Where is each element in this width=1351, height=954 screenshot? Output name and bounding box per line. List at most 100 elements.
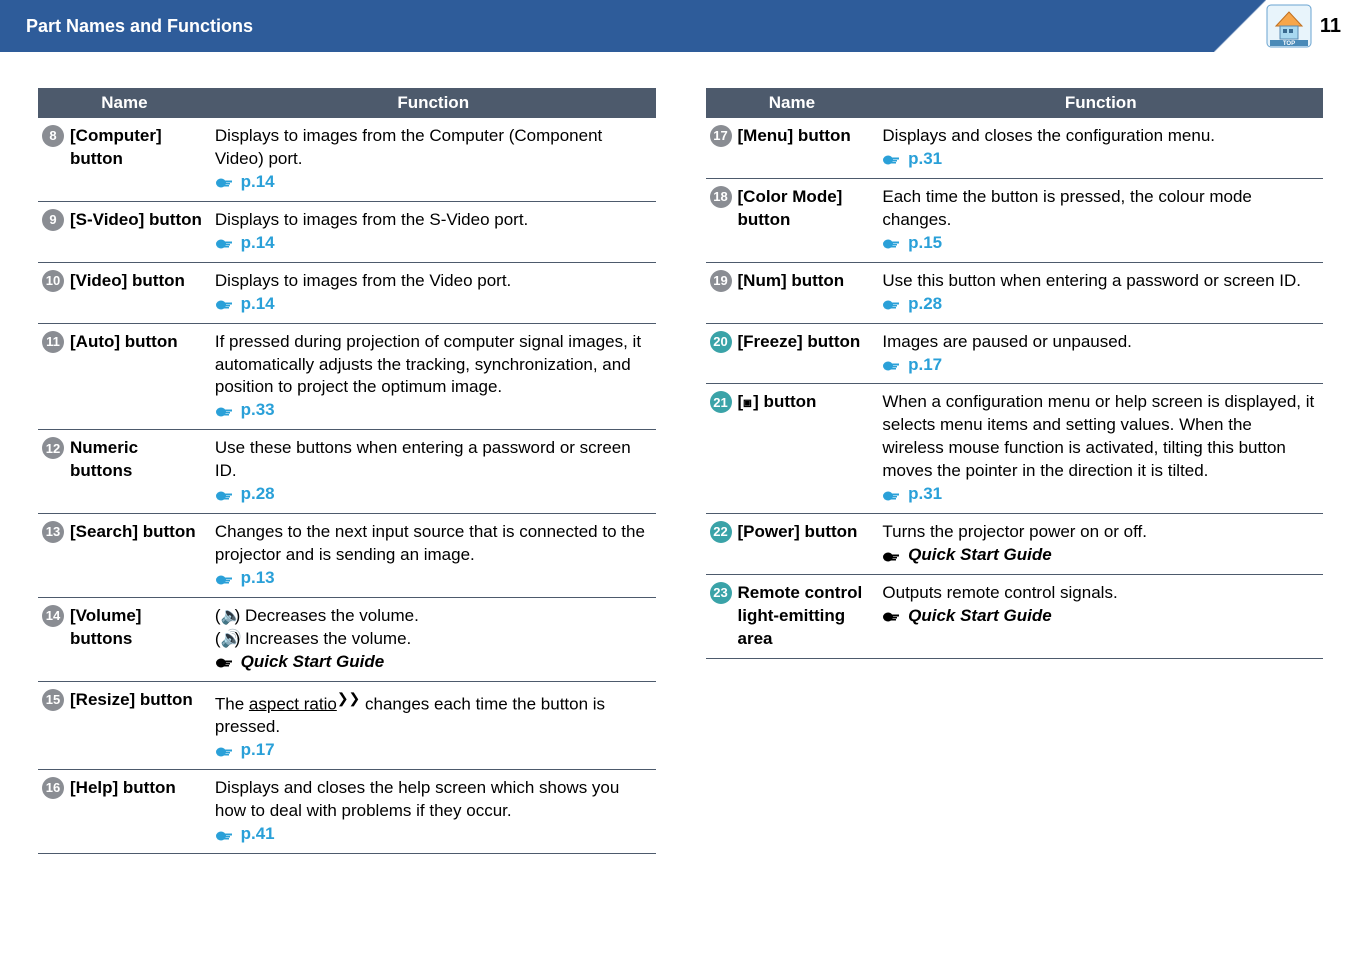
page-link[interactable]: p.41 <box>215 824 275 843</box>
page-link[interactable]: p.13 <box>215 568 275 587</box>
name-cell: 15[Resize] button <box>38 682 211 719</box>
name-cell: 9 [S-Video] button <box>38 202 211 239</box>
name-cell: 14[Volume] buttons <box>38 598 211 658</box>
guide-link[interactable]: Quick Start Guide <box>882 606 1051 625</box>
content-area: Name Function 8[Computer] buttonDisplays… <box>0 52 1351 854</box>
function-cell: Turns the projector power on or off. Qui… <box>878 514 1323 575</box>
right-column: Name Function 17[Menu] buttonDisplays an… <box>706 88 1324 854</box>
page-link[interactable]: p.15 <box>882 233 942 252</box>
page-link[interactable]: p.31 <box>882 149 942 168</box>
left-table: Name Function 8[Computer] buttonDisplays… <box>38 88 656 854</box>
name-cell: 11 [Auto] button <box>38 324 211 361</box>
svg-text:TOP: TOP <box>1283 41 1295 47</box>
header-right: TOP 11 <box>1266 0 1351 52</box>
table-row: 17[Menu] buttonDisplays and closes the c… <box>706 118 1324 178</box>
page-link[interactable]: p.28 <box>882 294 942 313</box>
item-name: [Num] button <box>738 270 845 293</box>
table-row: 10 [Video] button Displays to images from … <box>38 262 656 323</box>
item-number-badge: 9 <box>42 209 64 231</box>
table-row: 12Numeric buttonsUse these buttons when … <box>38 430 656 514</box>
page-link[interactable]: p.33 <box>215 400 275 419</box>
table-row: 20[Freeze] buttonImages are paused or un… <box>706 323 1324 384</box>
item-name: [Help] button <box>70 777 176 800</box>
right-table: Name Function 17[Menu] buttonDisplays an… <box>706 88 1324 659</box>
function-cell: Each time the button is pressed, the col… <box>878 178 1323 262</box>
item-number-badge: 23 <box>710 582 732 604</box>
item-name: [Color Mode] button <box>738 186 871 232</box>
volume-down-icon: 🔈 <box>221 605 235 628</box>
name-cell: 8 [Computer] button <box>38 118 211 178</box>
item-name: [Auto] button <box>70 331 178 354</box>
item-name: Remote control light-emitting area <box>738 582 871 651</box>
name-cell: 21 [◈] button <box>706 384 879 421</box>
item-name: [◈] button <box>738 391 817 414</box>
item-name: [Volume] buttons <box>70 605 203 651</box>
function-cell: Changes to the next input source that is… <box>211 514 656 598</box>
page-link[interactable]: p.17 <box>215 740 275 759</box>
table-row: 9 [S-Video] button Displays to images from… <box>38 201 656 262</box>
name-cell: 17[Menu] button <box>706 118 879 155</box>
item-name: [Freeze] button <box>738 331 861 354</box>
function-cell: If pressed during projection of computer… <box>211 323 656 430</box>
table-row: 16[Help] buttonDisplays and closes the h… <box>38 770 656 854</box>
name-cell: 20[Freeze] button <box>706 324 879 361</box>
item-number-badge: 19 <box>710 270 732 292</box>
page-link[interactable]: p.14 <box>215 233 275 252</box>
table-row: 14[Volume] buttons(🔈) Decreases the volu… <box>38 597 656 681</box>
volume-up-icon: 🔊 <box>221 628 235 651</box>
item-name: [Power] button <box>738 521 858 544</box>
function-cell: Outputs remote control signals. Quick St… <box>878 575 1323 659</box>
table-row: 8[Computer] buttonDisplays to images fro… <box>38 118 656 201</box>
item-number-badge: 21 <box>710 391 732 413</box>
function-cell: Displays to images from the Video port. … <box>211 262 656 323</box>
name-cell: 13[Search] button <box>38 514 211 551</box>
page-link[interactable]: p.17 <box>882 355 942 374</box>
item-name: [Menu] button <box>738 125 851 148</box>
function-cell: Use this button when entering a password… <box>878 262 1323 323</box>
guide-link[interactable]: Quick Start Guide <box>882 545 1051 564</box>
page-title: Part Names and Functions <box>26 16 253 37</box>
name-cell: 19 [Num] button <box>706 263 879 300</box>
item-number-badge: 10 <box>42 270 64 292</box>
name-cell: 23 Remote control light-emitting area <box>706 575 879 658</box>
guide-link[interactable]: Quick Start Guide <box>215 652 384 671</box>
table-row: 13[Search] buttonChanges to the next inp… <box>38 514 656 598</box>
item-name: [Video] button <box>70 270 185 293</box>
name-cell: 18 [Color Mode] button <box>706 179 879 239</box>
page-link[interactable]: p.31 <box>882 484 942 503</box>
item-name: [Search] button <box>70 521 196 544</box>
home-top-icon[interactable]: TOP <box>1266 4 1312 48</box>
item-number-badge: 8 <box>42 125 64 147</box>
function-cell: Displays and closes the help screen whic… <box>211 770 656 854</box>
function-cell: Displays to images from the S-Video port… <box>211 201 656 262</box>
page-number: 11 <box>1320 15 1341 38</box>
page-link[interactable]: p.14 <box>215 172 275 191</box>
item-number-badge: 18 <box>710 186 732 208</box>
function-cell: (🔈) Decreases the volume.(🔊) Increases t… <box>211 597 656 681</box>
item-name: Numeric buttons <box>70 437 203 483</box>
col-header-function: Function <box>211 88 656 118</box>
item-number-badge: 11 <box>42 331 64 353</box>
page-link[interactable]: p.14 <box>215 294 275 313</box>
table-row: 22 [Power] button Turns the projector powe… <box>706 514 1324 575</box>
function-cell: When a configuration menu or help screen… <box>878 384 1323 514</box>
table-row: 18 [Color Mode] buttonEach time the butto… <box>706 178 1324 262</box>
glossary-arrow-icon: ❯❯ <box>337 690 360 706</box>
table-row: 11 [Auto] button If pressed during project… <box>38 323 656 430</box>
item-name: [Computer] button <box>70 125 203 171</box>
name-cell: 10 [Video] button <box>38 263 211 300</box>
item-number-badge: 15 <box>42 689 64 711</box>
function-cell: Displays and closes the configuration me… <box>878 118 1323 178</box>
table-row: 19 [Num] button Use this button when enter… <box>706 262 1324 323</box>
col-header-name: Name <box>38 88 211 118</box>
page-link[interactable]: p.28 <box>215 484 275 503</box>
glossary-term[interactable]: aspect ratio <box>249 694 337 713</box>
col-header-name: Name <box>706 88 879 118</box>
name-cell: 16[Help] button <box>38 770 211 807</box>
item-number-badge: 22 <box>710 521 732 543</box>
navigate-icon: ◈ <box>738 393 757 412</box>
table-row: 21 [◈] button When a configuration menu or… <box>706 384 1324 514</box>
item-name: [S-Video] button <box>70 209 202 232</box>
header-slope <box>1214 0 1266 52</box>
function-cell: Images are paused or unpaused. p.17 <box>878 323 1323 384</box>
